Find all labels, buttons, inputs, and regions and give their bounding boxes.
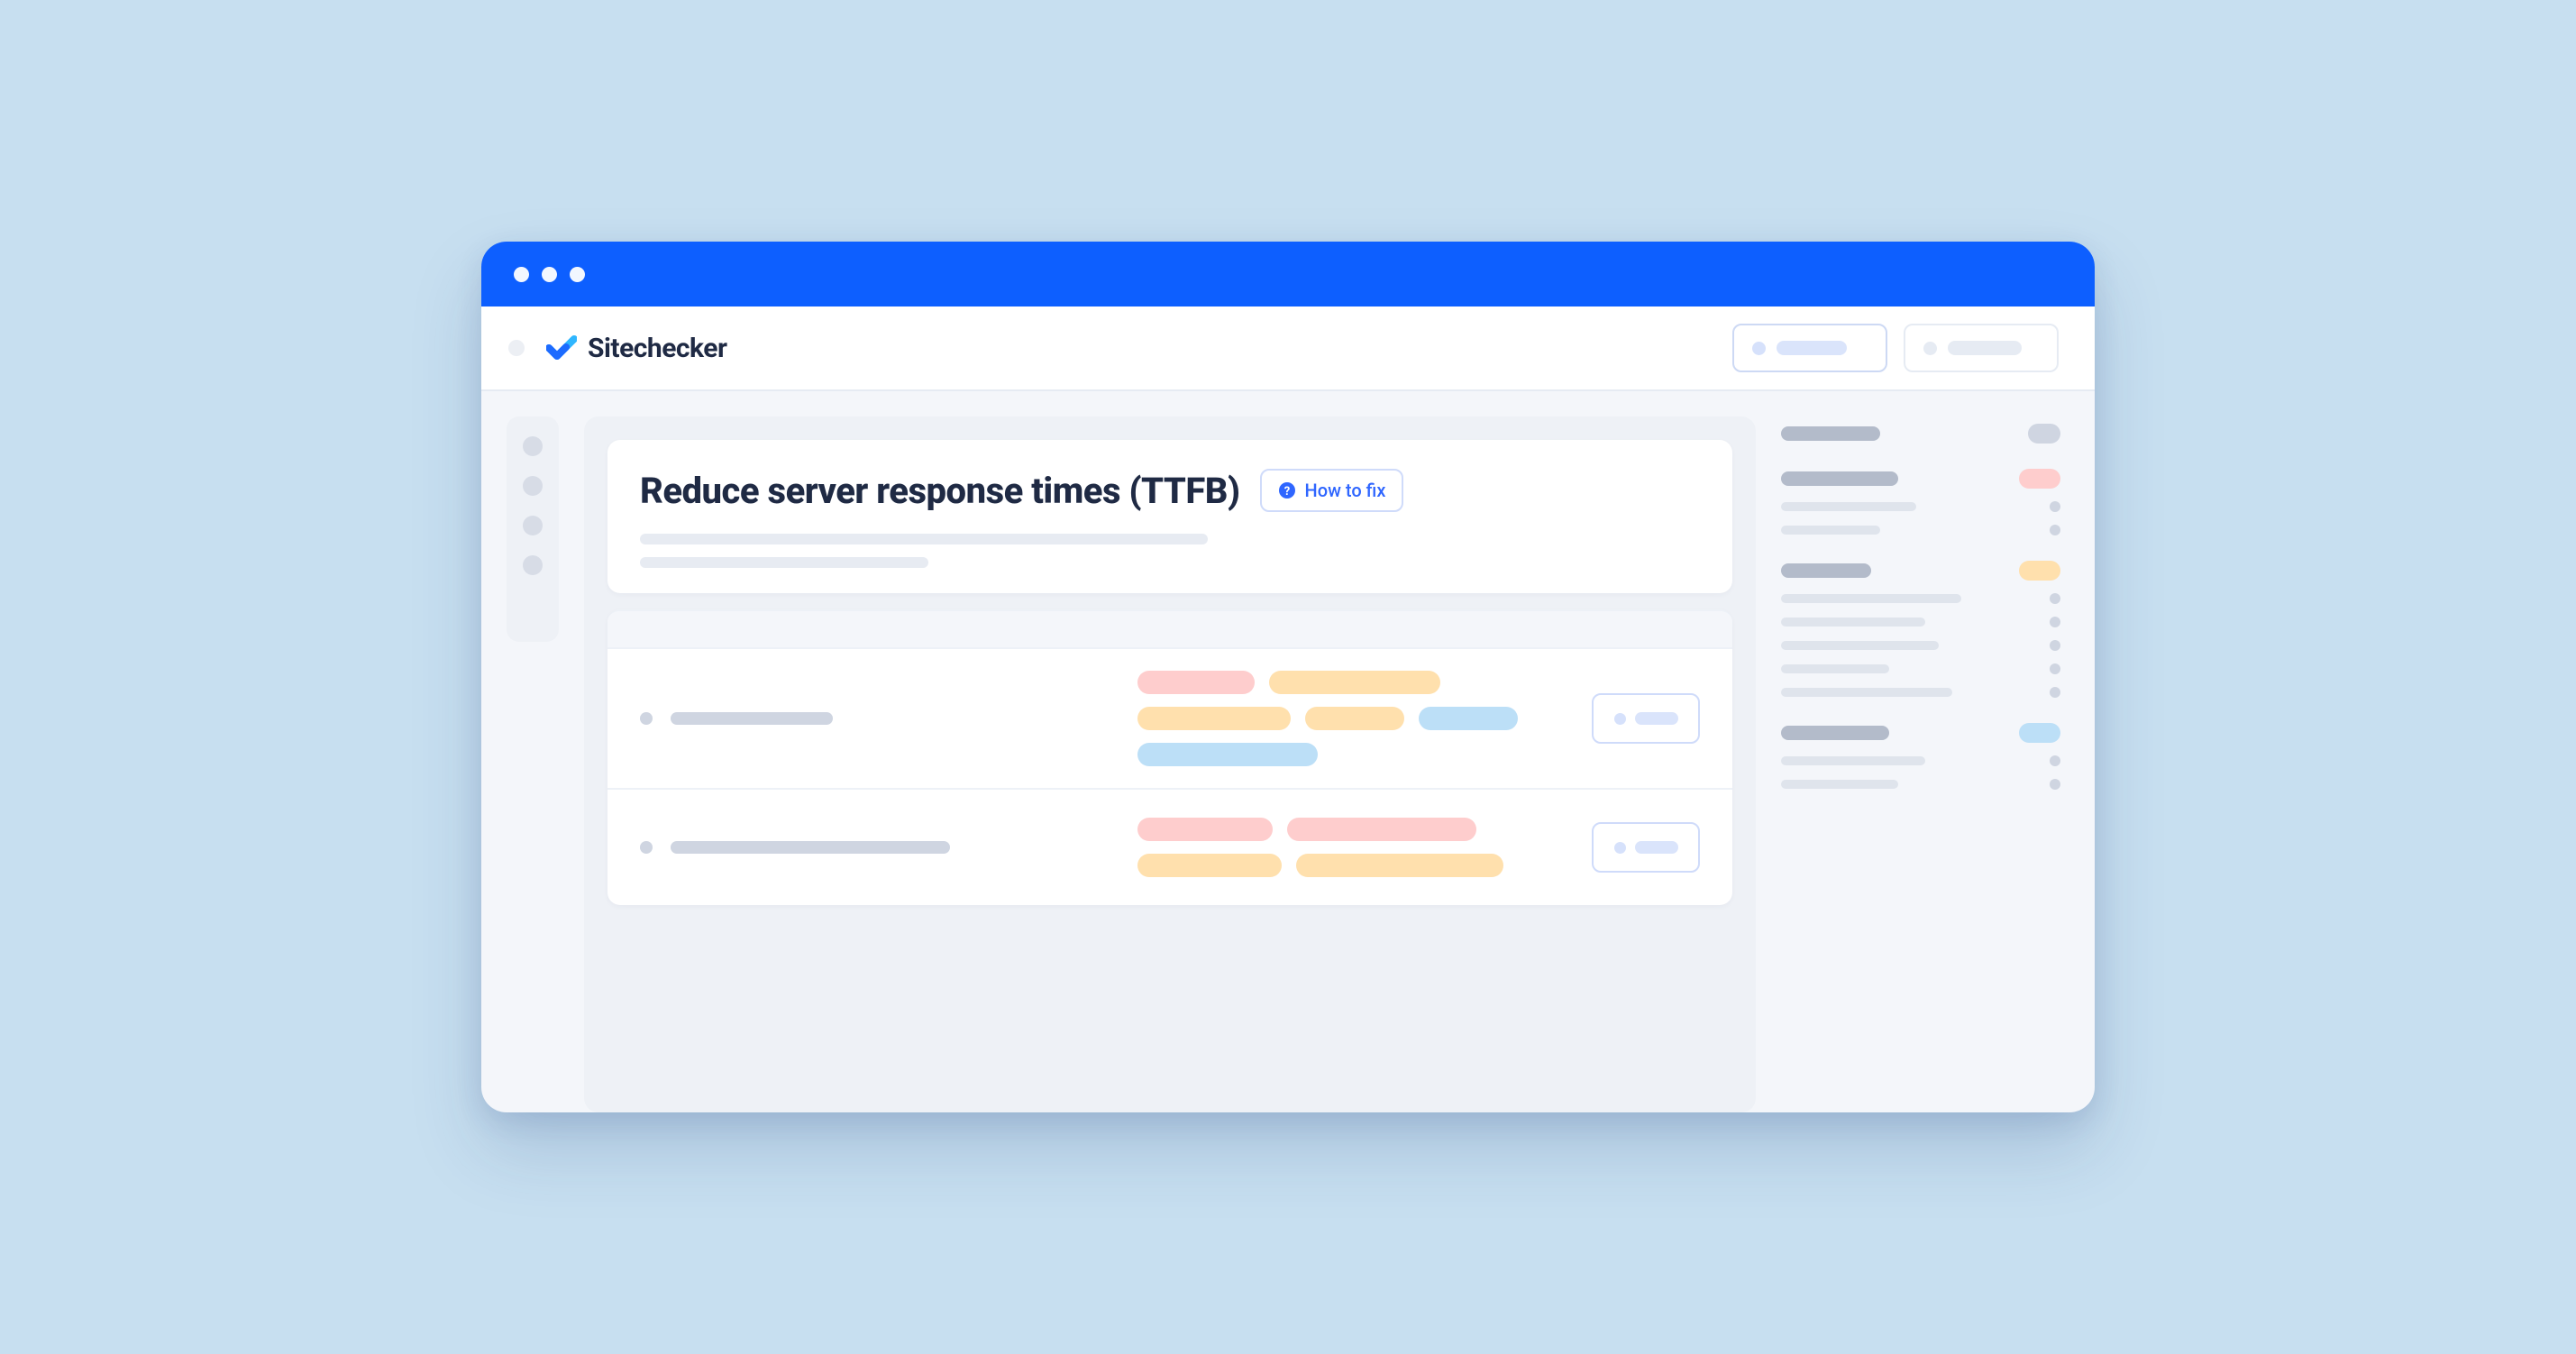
list-item[interactable]	[607, 788, 1732, 905]
side-item[interactable]	[1781, 779, 2060, 790]
svg-text:?: ?	[1283, 485, 1289, 499]
main-panel: Reduce server response times (TTFB) ? Ho…	[584, 416, 1756, 1112]
page-title: Reduce server response times (TTFB)	[640, 470, 1240, 512]
app-header: Sitechecker	[481, 306, 2095, 391]
tag-chip	[1137, 707, 1291, 730]
how-to-fix-label: How to fix	[1305, 480, 1386, 501]
count-pill	[2019, 561, 2060, 581]
nav-item[interactable]	[523, 516, 543, 535]
app-body: Reduce server response times (TTFB) ? Ho…	[481, 391, 2095, 1112]
side-heading-placeholder	[1781, 726, 1889, 740]
issue-card: Reduce server response times (TTFB) ? Ho…	[607, 440, 1732, 593]
side-group	[1781, 469, 2060, 535]
row-label-placeholder	[671, 712, 833, 725]
tag-chip	[1137, 854, 1282, 877]
tag-chip	[1137, 671, 1255, 694]
side-item[interactable]	[1781, 663, 2060, 674]
brand-check-icon	[546, 334, 577, 361]
list-item[interactable]	[607, 647, 1732, 788]
tag-chip	[1287, 818, 1476, 841]
side-heading-placeholder	[1781, 563, 1871, 578]
question-icon: ?	[1278, 481, 1296, 499]
side-group	[1781, 424, 2060, 444]
side-item[interactable]	[1781, 617, 2060, 627]
row-action-button[interactable]	[1592, 693, 1700, 744]
row-bullet-icon	[640, 841, 653, 854]
app-window: Sitechecker Reduce server response times…	[481, 242, 2095, 1112]
tag-chip	[1137, 743, 1318, 766]
tag-chip	[1269, 671, 1440, 694]
side-item[interactable]	[1781, 593, 2060, 604]
side-panel	[1781, 416, 2060, 1112]
window-titlebar	[481, 242, 2095, 306]
side-group	[1781, 723, 2060, 790]
window-control-dot[interactable]	[542, 267, 557, 282]
nav-item[interactable]	[523, 555, 543, 575]
header-action-secondary[interactable]	[1904, 324, 2059, 372]
tag-chip	[1305, 707, 1404, 730]
menu-toggle-icon[interactable]	[508, 340, 525, 356]
nav-item[interactable]	[523, 436, 543, 456]
side-group	[1781, 561, 2060, 698]
side-item[interactable]	[1781, 501, 2060, 512]
header-action-primary[interactable]	[1732, 324, 1887, 372]
issue-list	[607, 609, 1732, 905]
side-heading-placeholder	[1781, 426, 1880, 441]
row-tags	[1137, 671, 1552, 766]
side-item[interactable]	[1781, 755, 2060, 766]
count-pill	[2028, 424, 2060, 444]
window-control-dot[interactable]	[514, 267, 529, 282]
description-placeholder	[640, 557, 928, 568]
row-action-button[interactable]	[1592, 822, 1700, 873]
row-bullet-icon	[640, 712, 653, 725]
window-control-dot[interactable]	[570, 267, 585, 282]
side-item[interactable]	[1781, 640, 2060, 651]
count-pill	[2019, 469, 2060, 489]
side-item[interactable]	[1781, 525, 2060, 535]
side-heading-placeholder	[1781, 471, 1898, 486]
description-placeholder	[640, 534, 1208, 544]
row-label-placeholder	[671, 841, 950, 854]
tag-chip	[1137, 818, 1273, 841]
brand-name: Sitechecker	[588, 333, 726, 364]
tag-chip	[1296, 854, 1503, 877]
row-tags	[1137, 818, 1552, 877]
side-item[interactable]	[1781, 687, 2060, 698]
nav-item[interactable]	[523, 476, 543, 496]
how-to-fix-button[interactable]: ? How to fix	[1260, 469, 1404, 512]
content-area: Reduce server response times (TTFB) ? Ho…	[584, 416, 2060, 1112]
tag-chip	[1419, 707, 1518, 730]
nav-rail	[507, 416, 559, 642]
count-pill	[2019, 723, 2060, 743]
brand[interactable]: Sitechecker	[546, 333, 726, 364]
